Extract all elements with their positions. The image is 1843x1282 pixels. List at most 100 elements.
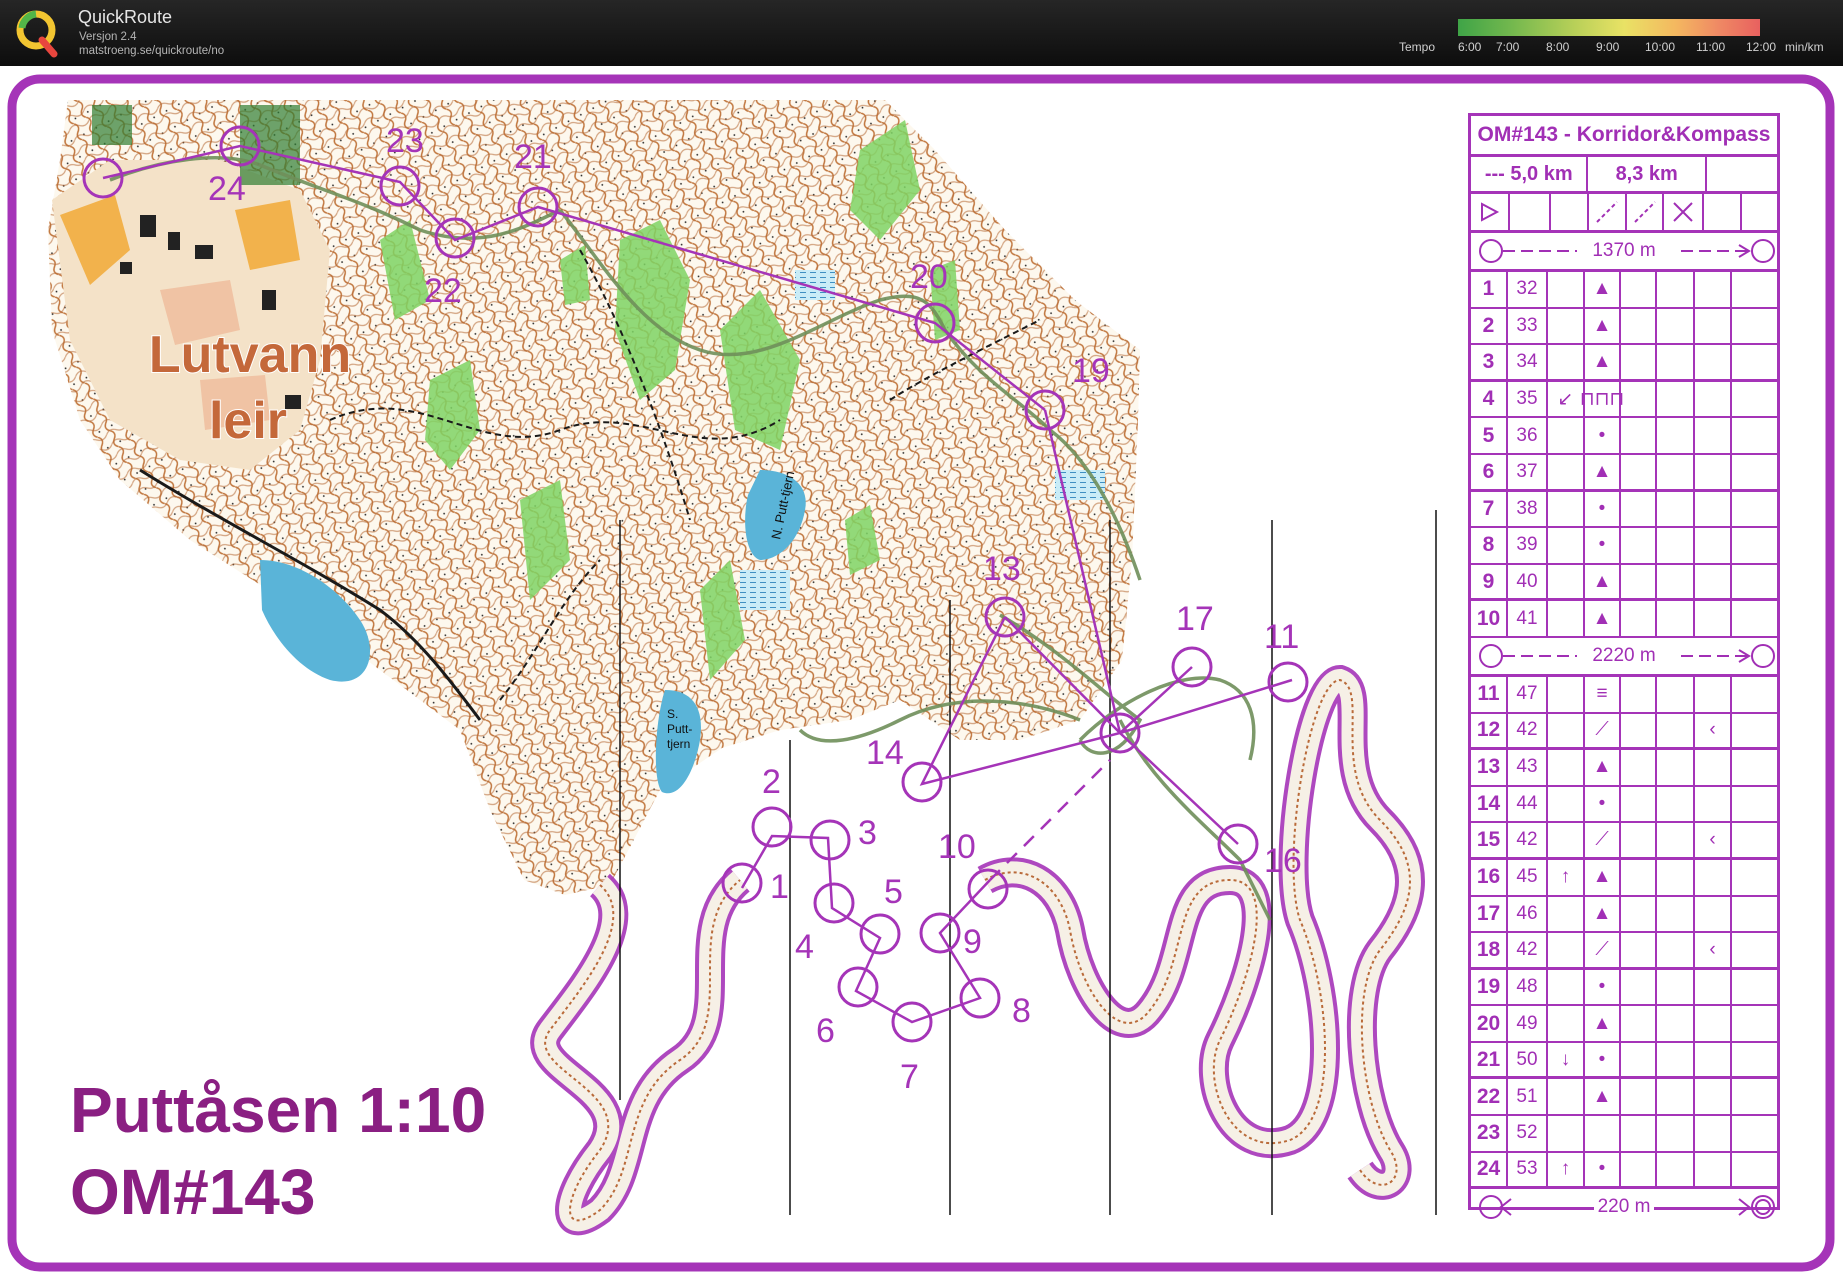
control-number: 6 <box>816 1012 835 1050</box>
control-description-sheet: OM#143 - Korridor&Kompass --- 5,0 km 8,3… <box>1468 113 1780 1220</box>
dimension-cell <box>1657 418 1695 453</box>
feature-symbol-cell: • <box>1585 491 1621 527</box>
app-version-info: Versjon 2.4 matstroeng.se/quickroute/no <box>79 30 224 58</box>
dimension-cell <box>1657 786 1695 822</box>
control-description-row: 18 42 ⟋ ‹ <box>1471 933 1777 970</box>
which-feature-cell <box>1548 601 1585 636</box>
control-description-row: 12 42 ⟋ ‹ <box>1471 713 1777 751</box>
appearance-cell <box>1621 345 1657 379</box>
control-number: 19 <box>1072 352 1110 390</box>
control-number: 22 <box>424 272 462 310</box>
control-description-row: 14 44 • <box>1471 786 1777 824</box>
control-number: 9 <box>963 923 982 961</box>
course-length-blank <box>1707 157 1777 191</box>
control-description-row: 4 35 ↙ ⊓⊓⊓ <box>1471 381 1777 419</box>
control-code-cell: 41 <box>1508 601 1548 636</box>
map-title-line2: OM#143 <box>70 1156 315 1228</box>
appearance-cell <box>1621 564 1657 599</box>
location-cell <box>1695 381 1732 417</box>
control-number-cell: 10 <box>1471 601 1508 636</box>
appearance-cell <box>1621 418 1657 453</box>
control-number-cell: 21 <box>1471 1042 1508 1077</box>
location-cell <box>1695 1079 1732 1115</box>
tempo-unit: min/km <box>1785 40 1824 54</box>
tempo-scale-ticks: 6:00 7:00 8:00 9:00 10:00 11:00 12:00 mi… <box>1458 40 1838 54</box>
which-feature-cell <box>1548 896 1585 932</box>
location-cell <box>1695 491 1732 527</box>
feature-symbol-cell: ▲ <box>1585 601 1621 636</box>
feature-symbol-cell: ▲ <box>1585 859 1621 895</box>
feature-symbol-cell: • <box>1585 418 1621 453</box>
control-number: 10 <box>938 828 976 866</box>
other-cell <box>1732 272 1767 307</box>
appearance-cell <box>1621 786 1657 822</box>
app-url: matstroeng.se/quickroute/no <box>79 45 225 57</box>
course-length-row: --- 5,0 km 8,3 km <box>1471 157 1777 194</box>
control-code-cell: 40 <box>1508 564 1548 599</box>
tempo-label: Tempo <box>1399 40 1436 54</box>
control-description-row: 1 32 ▲ <box>1471 272 1777 309</box>
control-code-cell: 39 <box>1508 528 1548 563</box>
leg-distance-1: 1370 m <box>1588 240 1660 262</box>
which-feature-cell <box>1548 345 1585 379</box>
dimension-cell <box>1657 896 1695 932</box>
other-cell <box>1732 565 1767 599</box>
control-number-cell: 12 <box>1471 713 1508 748</box>
feature-symbol-cell: • <box>1585 1152 1621 1187</box>
appearance-cell <box>1621 1006 1657 1041</box>
which-feature-cell <box>1548 713 1585 748</box>
which-feature-cell <box>1548 564 1585 599</box>
control-code-cell: 35 <box>1508 381 1548 417</box>
location-cell <box>1695 896 1732 932</box>
other-cell <box>1732 601 1767 636</box>
control-description-row: 8 39 • <box>1471 528 1777 565</box>
control-2[interactable] <box>751 806 793 848</box>
appearance-cell <box>1621 308 1657 344</box>
leg-row-2: 2220 m <box>1471 638 1777 677</box>
appearance-cell <box>1621 381 1657 417</box>
place-name-line2: leir <box>209 392 287 450</box>
which-feature-cell <box>1548 676 1585 712</box>
dimension-cell <box>1657 823 1695 857</box>
dimension-cell <box>1657 381 1695 417</box>
control-description-row: 13 43 ▲ <box>1471 750 1777 787</box>
appearance-cell <box>1621 1152 1657 1187</box>
tempo-tick: 10:00 <box>1645 40 1676 54</box>
dimension-cell <box>1657 1116 1695 1151</box>
control-code-cell: 38 <box>1508 491 1548 527</box>
tempo-color-scale <box>1458 19 1760 36</box>
control-description-row: 20 49 ▲ <box>1471 1006 1777 1043</box>
dimension-cell <box>1657 308 1695 344</box>
feature-symbol-cell: • <box>1585 786 1621 822</box>
which-feature-cell <box>1548 528 1585 563</box>
appearance-cell <box>1621 859 1657 895</box>
appearance-cell <box>1621 1042 1657 1077</box>
other-cell <box>1732 787 1767 822</box>
dimension-cell <box>1657 859 1695 895</box>
location-cell <box>1695 1006 1732 1041</box>
control-number: 2 <box>762 763 781 801</box>
appearance-cell <box>1621 454 1657 489</box>
control-5[interactable] <box>859 913 901 955</box>
dimension-cell <box>1657 345 1695 379</box>
control-number: 14 <box>866 734 904 772</box>
tempo-tick: 6:00 <box>1458 40 1482 54</box>
control-number-cell: 15 <box>1471 823 1508 857</box>
control-description-row: 11 47 ≡ <box>1471 676 1777 714</box>
control-number-cell: 1 <box>1471 272 1508 307</box>
feature-symbol-cell: ⟋ <box>1585 933 1621 967</box>
control-code-cell: 52 <box>1508 1116 1548 1151</box>
control-number-cell: 9 <box>1471 564 1508 599</box>
control-number-cell: 17 <box>1471 896 1508 932</box>
which-feature-cell <box>1548 969 1585 1005</box>
control-4[interactable] <box>813 882 855 924</box>
dimension-cell <box>1657 1042 1695 1077</box>
feature-symbol-cell: ▲ <box>1585 750 1621 785</box>
quickroute-logo-icon <box>16 10 58 58</box>
location-cell <box>1695 272 1732 307</box>
leg-distance-3: 220 m <box>1593 1196 1655 1219</box>
appearance-cell <box>1621 676 1657 712</box>
other-cell <box>1732 860 1767 895</box>
appearance-cell <box>1621 750 1657 785</box>
control-description-row: 3 34 ▲ <box>1471 345 1777 382</box>
